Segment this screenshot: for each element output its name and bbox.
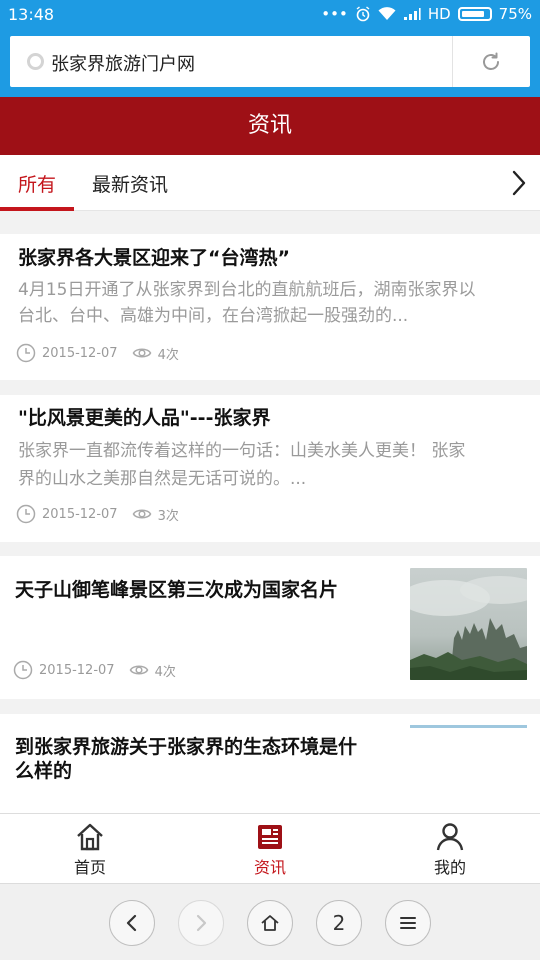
article-title[interactable]: 天子山御笔峰景区第三次成为国家名片 [15,577,338,603]
home-button[interactable] [247,900,293,946]
views-icon [132,348,151,358]
menu-button[interactable] [385,900,431,946]
article-card[interactable]: 到张家界旅游关于张家界的生态环境是什 么样的 [0,714,540,813]
status-icons: ••• HD 75% [321,5,532,23]
article-title-line[interactable]: 么样的 [15,758,72,784]
clock-icon [13,660,33,680]
clock-icon [16,504,36,524]
article-card[interactable]: "比风景更美的人品"---张家界 张家界一直都流传着这样的一句话：山美水美人更美… [0,395,540,542]
article-meta: 2015-12-07 4次 [16,343,179,363]
battery-icon [457,7,492,21]
nav-news-label: 资讯 [253,858,286,877]
nav-home-label: 首页 [73,858,106,877]
status-bar: 13:48 ••• HD 75% [0,0,540,30]
category-tabs: 所有 最新资讯 [0,155,540,211]
nav-profile[interactable]: 我的 [390,822,510,878]
alarm-icon [356,6,370,22]
nav-profile-label: 我的 [433,858,466,877]
article-date: 2015-12-07 [39,662,115,678]
nav-news[interactable]: 资讯 [210,822,330,878]
article-date: 2015-12-07 [42,506,118,522]
active-tab-indicator [0,207,74,211]
article-summary-line: 界的山水之美那自然是无话可说的。... [18,469,307,489]
page-title-bar: 资讯 [0,97,540,155]
user-icon [436,823,464,851]
more-dots-icon: ••• [321,5,348,23]
clock-icon [16,343,36,363]
article-card[interactable]: 天子山御笔峰景区第三次成为国家名片 2015-12-07 4次 [0,556,540,699]
reload-icon[interactable] [480,51,502,73]
tabs-button[interactable]: 2 [316,900,362,946]
home-icon [77,823,103,851]
back-button[interactable] [109,900,155,946]
article-title[interactable]: "比风景更美的人品"---张家界 [18,405,270,431]
views-icon [132,509,151,519]
chevron-right-icon [196,914,207,932]
article-thumbnail[interactable] [410,568,527,680]
article-views: 3次 [157,508,179,524]
article-views: 4次 [157,347,179,363]
article-date: 2015-12-07 [42,345,118,361]
home-icon [261,915,279,931]
battery-level: 75% [498,5,532,23]
signal-icon [403,8,421,20]
article-title-line[interactable]: 到张家界旅游关于张家界的生态环境是什 [15,734,357,760]
article-summary-line: 张家界一直都流传着这样的一句话：山美水美人更美！ 张家 [18,441,466,461]
site-icon [27,53,44,70]
mountain-photo-image [410,568,527,680]
browser-toolbar: 2 [0,883,540,960]
tab-latest-news[interactable]: 最新资讯 [92,170,168,197]
network-type: HD [427,5,451,23]
address-text[interactable]: 张家界旅游门户网 [51,50,195,76]
address-divider [452,36,453,87]
article-meta: 2015-12-07 4次 [13,660,176,680]
forward-button[interactable] [178,900,224,946]
status-time: 13:48 [8,5,55,24]
tab-all[interactable]: 所有 [18,170,56,197]
wifi-icon [378,7,396,20]
views-icon [129,665,148,675]
article-summary-line: 4月15日开通了从张家界到台北的直航航班后，湖南张家界以 [18,280,476,300]
chevron-right-icon[interactable] [510,169,528,197]
bottom-tab-bar: 首页 资讯 我的 [0,813,540,883]
article-card[interactable]: 张家界各大景区迎来了“台湾热” 4月15日开通了从张家界到台北的直航航班后，湖南… [0,234,540,380]
article-summary-line: 台北、台中、高雄为中间，在台湾掀起一股强劲的... [18,306,409,326]
browser-address-area: 张家界旅游门户网 [0,30,540,97]
tab-count: 2 [332,911,346,935]
menu-icon [400,917,416,929]
page-title: 资讯 [247,113,292,138]
article-views: 4次 [154,664,176,680]
address-bar[interactable]: 张家界旅游门户网 [10,36,530,87]
news-icon [258,825,282,849]
chevron-left-icon [126,914,137,932]
nav-home[interactable]: 首页 [30,822,150,878]
article-thumbnail-partial [410,725,527,728]
article-meta: 2015-12-07 3次 [16,504,179,524]
article-title[interactable]: 张家界各大景区迎来了“台湾热” [18,245,290,271]
